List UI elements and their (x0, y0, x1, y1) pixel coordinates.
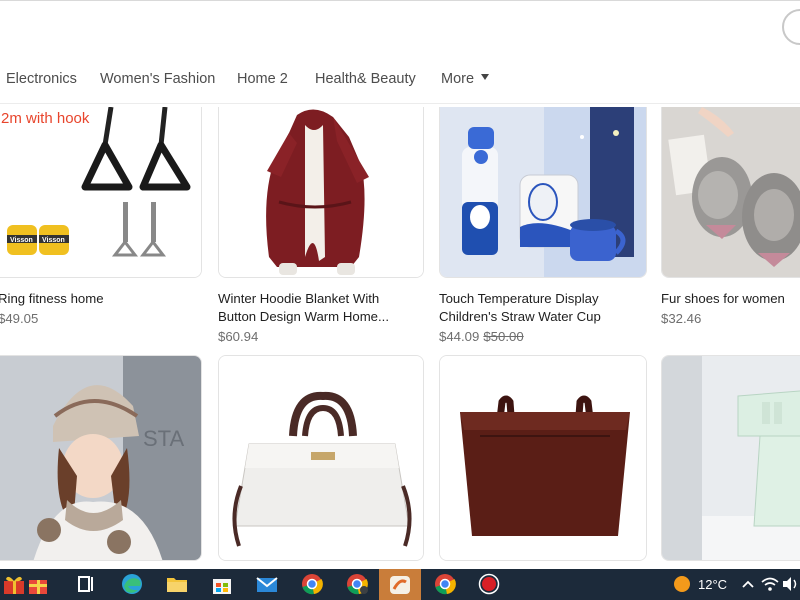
product-image (439, 107, 647, 278)
profile-button[interactable] (782, 9, 800, 45)
more-label: More (441, 71, 475, 87)
brand-tag: Visson (42, 237, 65, 244)
nav-item-more[interactable]: More (441, 71, 490, 87)
product-card[interactable] (439, 355, 647, 561)
product-title[interactable]: Fur shoes for women (661, 290, 785, 308)
product-image (218, 355, 424, 561)
mail-icon[interactable] (255, 573, 279, 595)
product-price: $60.94 (218, 329, 259, 344)
volume-icon[interactable] (780, 573, 800, 595)
chrome-icon-2[interactable] (433, 573, 457, 595)
chrome-icon[interactable] (300, 573, 324, 595)
nav-item-womens-fashion[interactable]: Women's Fashion (100, 71, 215, 87)
brand-tag: Visson (10, 237, 33, 244)
nav-item-home-2[interactable]: Home 2 (237, 71, 288, 87)
product-image: 2m with hook Visson Visson (0, 107, 202, 278)
wifi-icon[interactable] (758, 573, 782, 595)
gift-icon-2[interactable] (26, 573, 50, 595)
task-view-icon[interactable] (75, 573, 99, 595)
taskbar: 12°C (0, 569, 800, 600)
nav-item-electronics[interactable]: Electronics (6, 71, 77, 87)
product-card[interactable]: STA (0, 355, 202, 561)
product-price: $44.09 $50.00 (439, 329, 524, 344)
product-image (661, 107, 800, 278)
product-image (439, 355, 647, 561)
product-card[interactable]: Touch Temperature Display Children's Str… (439, 107, 647, 347)
product-title[interactable]: Winter Hoodie Blanket With (218, 290, 379, 308)
edge-icon[interactable] (120, 573, 144, 595)
product-card[interactable] (661, 355, 800, 561)
weather-icon[interactable] (670, 573, 694, 595)
product-title-line2[interactable]: Children's Straw Water Cup (439, 308, 601, 326)
temperature-readout: 12°C (698, 577, 728, 592)
browser-top-strip (0, 0, 800, 50)
product-price: $49.05 (0, 311, 39, 326)
product-card[interactable]: Fur shoes for women $32.46 (661, 107, 800, 332)
chrome-profile-icon[interactable] (345, 573, 369, 595)
active-app-highlight[interactable] (379, 569, 421, 600)
nav-item-health-beauty[interactable]: Health& Beauty (315, 71, 416, 87)
product-title[interactable]: Ring fitness home (0, 290, 104, 308)
record-icon[interactable] (477, 573, 501, 595)
product-image (661, 355, 800, 561)
category-nav: Electronics Women's Fashion Home 2 Healt… (0, 56, 800, 104)
product-image: STA (0, 355, 202, 561)
gift-icon[interactable] (2, 573, 26, 595)
product-card[interactable]: 2m with hook Visson Visson Ring fitness … (0, 107, 202, 332)
product-card[interactable]: Winter Hoodie Blanket With Button Design… (218, 107, 424, 347)
image-caption: 2m with hook (1, 110, 90, 127)
product-title[interactable]: Touch Temperature Display (439, 290, 599, 308)
file-explorer-icon[interactable] (165, 573, 189, 595)
chevron-down-icon (481, 74, 490, 81)
sale-price: $44.09 (439, 329, 480, 344)
chevron-up-icon[interactable] (736, 573, 760, 595)
store-icon[interactable] (210, 573, 234, 595)
original-price: $50.00 (483, 329, 524, 344)
product-card[interactable] (218, 355, 424, 561)
product-image (218, 107, 424, 278)
product-title-line2[interactable]: Button Design Warm Home... (218, 308, 389, 326)
svg-text:STA: STA (143, 426, 184, 451)
product-price: $32.46 (661, 311, 702, 326)
